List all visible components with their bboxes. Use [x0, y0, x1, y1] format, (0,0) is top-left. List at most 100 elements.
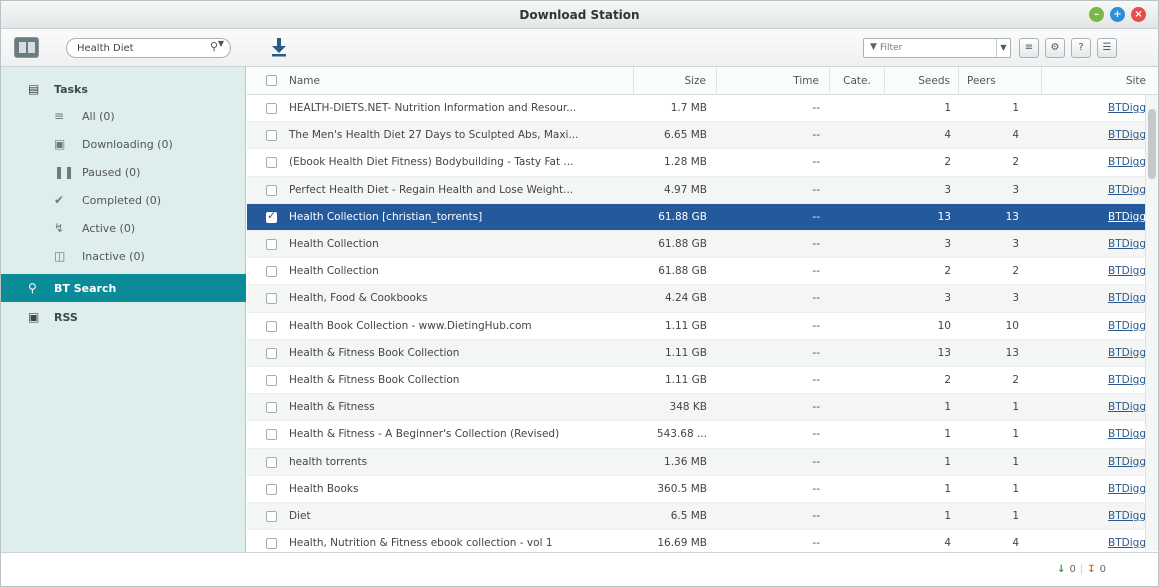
cell-site[interactable]: BTDigg	[1042, 421, 1145, 448]
table-row[interactable]: Health, Nutrition & Fitness ebook collec…	[247, 530, 1145, 551]
cell-peers: 1	[1012, 510, 1019, 522]
cell-site[interactable]: BTDigg	[1042, 285, 1145, 312]
list-view-icon[interactable]: ☰	[1097, 38, 1117, 58]
row-checkbox[interactable]	[266, 429, 277, 441]
sidebar-item-tasks[interactable]: ▤ Tasks	[1, 75, 246, 103]
table-body: HEALTH-DIETS.NET- Nutrition Information …	[247, 95, 1145, 551]
cell-category	[830, 285, 885, 312]
column-header-name[interactable]: Name	[289, 67, 634, 95]
row-checkbox[interactable]	[266, 157, 277, 169]
sidebar-item-paused[interactable]: ❚❚ Paused (0)	[1, 158, 246, 186]
filter-dropdown[interactable]: ▼ Filter ▼	[863, 38, 1011, 58]
columns-button[interactable]: ≡	[1019, 38, 1039, 58]
cell-seeds: 1	[944, 102, 951, 114]
sidebar-toggle-button[interactable]	[14, 37, 39, 58]
sidebar-item-inactive[interactable]: ◫ Inactive (0)	[1, 242, 246, 270]
cell-site[interactable]: BTDigg	[1042, 122, 1145, 149]
cell-site[interactable]: BTDigg	[1042, 231, 1145, 258]
row-checkbox[interactable]	[266, 511, 277, 522]
select-all-checkbox[interactable]	[266, 75, 277, 86]
cell-seeds: 10	[937, 319, 951, 332]
table-row[interactable]: Diet 6.5 MB -- 1 1 BTDigg	[247, 503, 1145, 531]
table-row[interactable]: Health & Fitness Book Collection 1.11 GB -…	[247, 339, 1145, 367]
cell-site[interactable]: BTDigg	[1042, 367, 1145, 394]
table-row[interactable]: Health Collection 61.88 GB -- 2 2 BTDigg	[247, 258, 1145, 286]
cell-site[interactable]: BTDigg	[1042, 95, 1145, 122]
cell-site[interactable]: BTDigg	[1042, 149, 1145, 176]
search-icon[interactable]: ⚲	[210, 40, 218, 53]
scrollbar-thumb[interactable]	[1148, 109, 1156, 179]
row-checkbox[interactable]	[266, 293, 277, 305]
cell-site[interactable]: BTDigg	[1042, 394, 1145, 421]
row-checkbox[interactable]	[266, 347, 277, 359]
cell-site[interactable]: BTDigg	[1042, 340, 1145, 367]
row-checkbox[interactable]	[266, 483, 277, 495]
table-row[interactable]: Perfect Health Diet - Regain Health and …	[247, 176, 1145, 204]
cell-site[interactable]: BTDigg	[1042, 258, 1145, 285]
table-row[interactable]: Health & Fitness Book Collection 1.11 GB -…	[247, 367, 1145, 395]
chevron-down-icon[interactable]: ▼	[218, 39, 224, 48]
table-row[interactable]: (Ebook Health Diet Fitness) Bodybuilding…	[247, 149, 1145, 177]
row-checkbox[interactable]	[266, 538, 277, 550]
row-checkbox[interactable]	[266, 266, 277, 278]
column-header-category[interactable]: Cate.	[830, 67, 885, 95]
search-input[interactable]	[77, 41, 197, 56]
table-row[interactable]: The Men's Health Diet 27 Days to Sculpte…	[247, 122, 1145, 150]
table-row[interactable]: Health, Food & Cookbooks 4.24 GB -- 3 3 BTDig…	[247, 285, 1145, 313]
row-checkbox[interactable]	[266, 130, 277, 142]
cell-site[interactable]: BTDigg	[1042, 313, 1145, 340]
cell-time: --	[812, 537, 820, 550]
column-header-seeds[interactable]: Seeds	[885, 67, 959, 95]
row-checkbox[interactable]	[266, 209, 277, 223]
row-checkbox[interactable]	[266, 239, 277, 250]
cell-size: 61.88 GB	[658, 210, 707, 223]
cell-name: Diet	[289, 510, 311, 522]
column-header-time[interactable]: Time	[717, 67, 830, 95]
chevron-down-icon[interactable]: ▼	[996, 39, 1010, 57]
row-checkbox[interactable]	[266, 375, 277, 386]
sidebar-item-rss[interactable]: ▣ RSS	[1, 303, 246, 331]
table-header: Name Size Time Cate. Seeds Peers Site	[247, 67, 1158, 95]
gear-icon[interactable]: ⚙	[1045, 38, 1065, 58]
sidebar-item-bt-search[interactable]: ⚲ BT Search	[1, 274, 246, 302]
table-row[interactable]: Health Books 360.5 MB -- 1 1 BTDigg	[247, 476, 1145, 503]
sidebar-item-label: Tasks	[54, 82, 88, 96]
cell-category	[830, 421, 885, 448]
column-header-peers[interactable]: Peers	[959, 67, 1042, 95]
sidebar-item-downloading[interactable]: ▣ Downloading (0)	[1, 130, 246, 158]
table-row[interactable]: health torrents 1.36 MB -- 1 1 BTDigg	[247, 448, 1145, 476]
sidebar-item-active[interactable]: ↯ Active (0)	[1, 214, 246, 242]
table-row[interactable]: Health Collection [christian_torrents] 61…	[247, 203, 1145, 231]
minimize-button[interactable]: –	[1089, 7, 1104, 22]
cell-time: --	[812, 428, 820, 441]
cell-name: HEALTH-DIETS.NET- Nutrition Information …	[289, 102, 577, 114]
cell-site[interactable]: BTDigg	[1042, 530, 1145, 551]
column-header-size[interactable]: Size	[634, 67, 717, 95]
search-box[interactable]: ⚲ ▼	[66, 38, 231, 58]
table-row[interactable]: Health & Fitness - A Beginner's Collecti…	[247, 421, 1145, 449]
table-row[interactable]: Health Collection 61.88 GB -- 3 3 BTDigg	[247, 231, 1145, 259]
sidebar-item-all[interactable]: ≡ All (0)	[1, 102, 246, 130]
close-button[interactable]: ×	[1131, 7, 1146, 22]
sidebar-item-completed[interactable]: ✔ Completed (0)	[1, 186, 246, 214]
cell-site[interactable]: BTDigg	[1042, 177, 1145, 204]
vertical-scrollbar[interactable]	[1145, 95, 1158, 551]
row-checkbox[interactable]	[266, 184, 277, 196]
row-checkbox[interactable]	[266, 456, 277, 468]
table-row[interactable]: HEALTH-DIETS.NET- Nutrition Information …	[247, 95, 1145, 123]
cell-site[interactable]: BTDigg	[1042, 449, 1145, 476]
table-row[interactable]: Health Book Collection - www.DietingHub.…	[247, 313, 1145, 340]
help-icon[interactable]: ?	[1071, 38, 1091, 58]
cell-site[interactable]: BTDigg	[1042, 204, 1145, 231]
cell-site[interactable]: BTDigg	[1042, 503, 1145, 530]
table-row[interactable]: Health & Fitness 348 KB -- 1 1 BTDigg	[247, 394, 1145, 422]
row-checkbox[interactable]	[266, 103, 277, 114]
cell-seeds: 1	[944, 455, 951, 468]
cell-site[interactable]: BTDigg	[1042, 476, 1145, 503]
cell-time: --	[812, 374, 820, 386]
row-checkbox[interactable]	[266, 320, 277, 332]
column-header-site[interactable]: Site	[1042, 67, 1158, 95]
maximize-button[interactable]: +	[1110, 7, 1125, 22]
row-checkbox[interactable]	[266, 402, 277, 414]
download-icon[interactable]	[269, 36, 289, 58]
